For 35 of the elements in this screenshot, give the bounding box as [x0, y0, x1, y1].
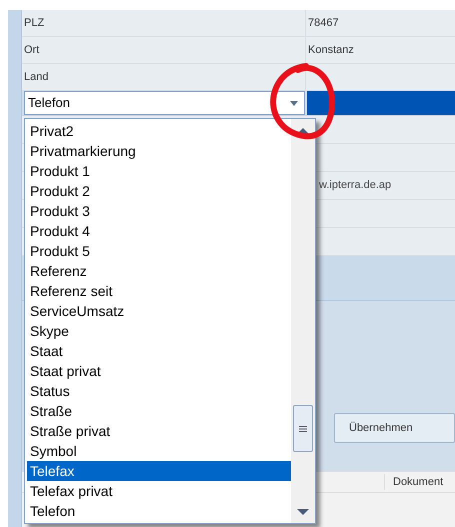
property-label: Land — [23, 70, 50, 85]
dropdown-option[interactable]: Status — [27, 381, 73, 401]
dropdown-option[interactable]: Referenz seit — [27, 281, 116, 301]
dropdown-option[interactable]: Produkt 2 — [27, 181, 93, 201]
dropdown-option[interactable]: Staat — [27, 341, 66, 361]
dropdown-option[interactable]: Produkt 1 — [27, 161, 93, 181]
dropdown-option[interactable]: ServiceUmsatz — [27, 301, 128, 321]
property-value: w.ipterra.de.ap — [319, 178, 392, 194]
dropdown-option[interactable]: Straße — [27, 401, 76, 421]
dropdown-arrow-icon[interactable] — [290, 100, 298, 106]
scroll-down-icon[interactable] — [297, 509, 309, 515]
property-label: PLZ — [23, 16, 46, 31]
dropdown-option[interactable]: Telefax privat — [27, 481, 116, 501]
field-combo[interactable]: Telefon — [24, 91, 305, 115]
dropdown-option[interactable]: Privatmarkierung — [27, 141, 139, 161]
dropdown-option[interactable]: Telefon — [27, 501, 78, 521]
dropdown-option[interactable]: Staat privat — [27, 361, 104, 381]
grip-icon — [299, 426, 307, 432]
dropdown-option[interactable]: Privat2 — [27, 121, 77, 141]
dropdown-option[interactable]: Straße privat — [27, 421, 114, 441]
dropdown-option[interactable]: Produkt 3 — [27, 201, 93, 221]
property-label: Ort — [23, 42, 40, 58]
dropdown-option[interactable]: Telefax — [27, 461, 291, 481]
property-value: Konstanz — [307, 42, 355, 58]
column-header: Dokument — [384, 474, 444, 490]
property-value: 78467 — [307, 16, 340, 31]
dropdown-option[interactable]: Symbol — [27, 441, 80, 461]
scroll-up-icon[interactable] — [297, 128, 309, 134]
scroll-thumb[interactable] — [293, 405, 313, 452]
dropdown-option[interactable]: Skype — [27, 321, 72, 341]
dropdown-option[interactable]: Referenz — [27, 261, 90, 281]
dropdown-option[interactable]: Produkt 5 — [27, 241, 93, 261]
dropdown-option[interactable]: Produkt 4 — [27, 221, 93, 241]
apply-button[interactable]: Übernehmen — [334, 413, 455, 443]
scrollbar[interactable] — [291, 119, 315, 523]
